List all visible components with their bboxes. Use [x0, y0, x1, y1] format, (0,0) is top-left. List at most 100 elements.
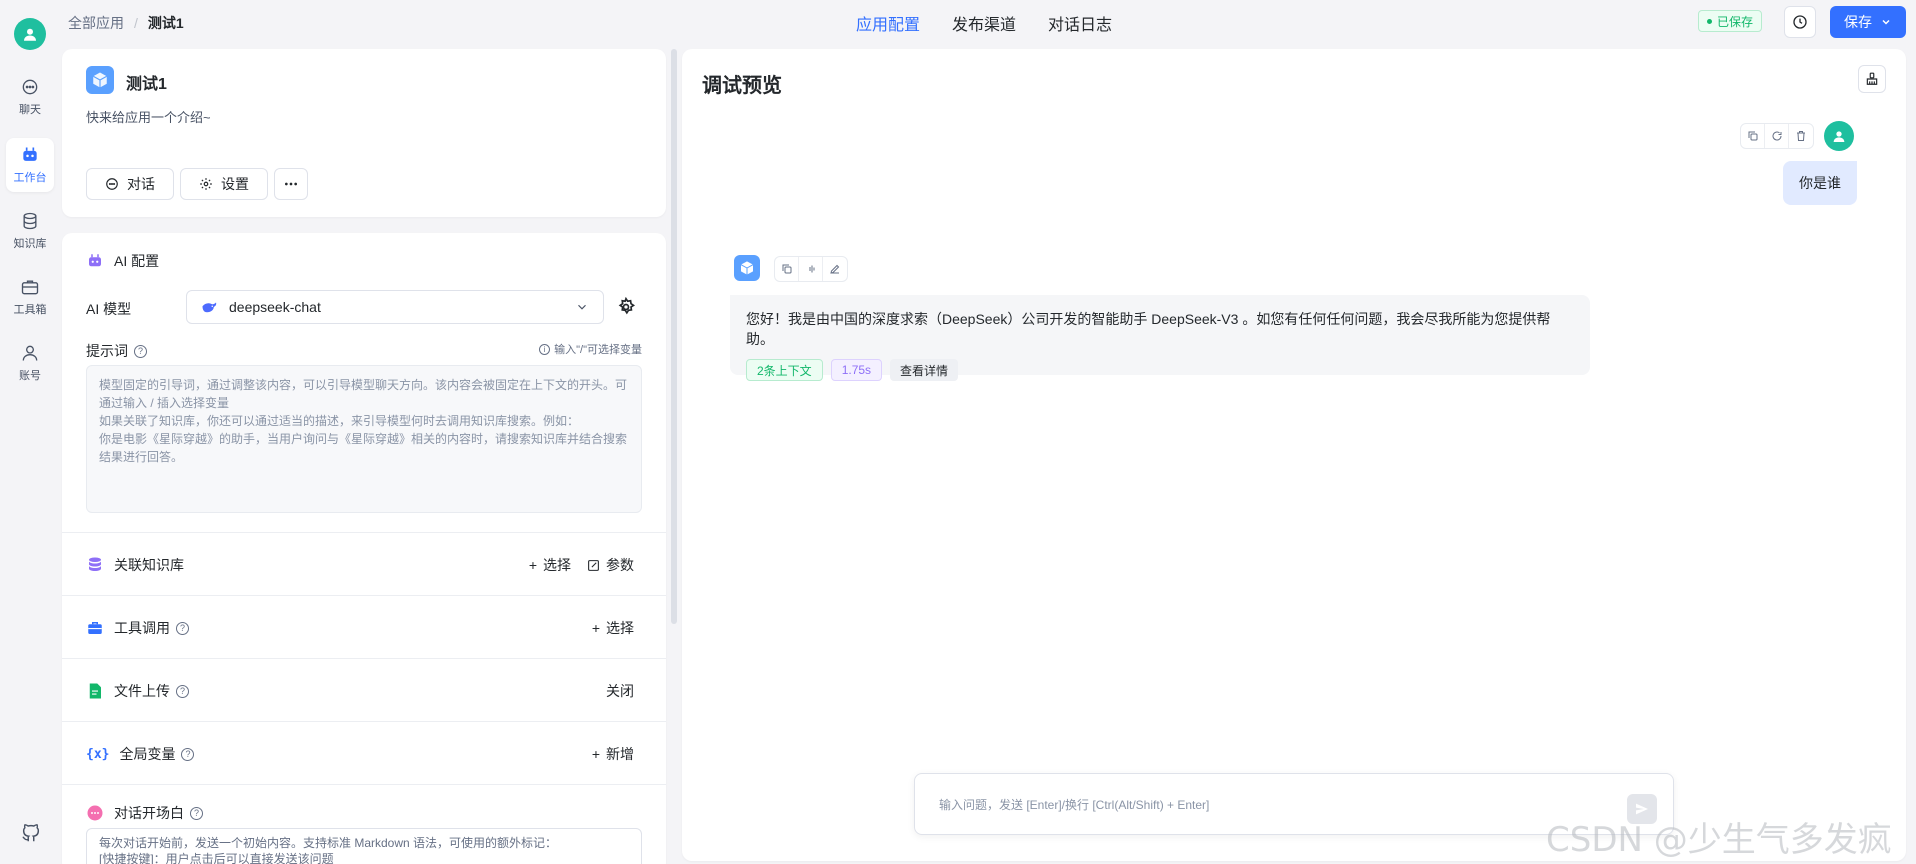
breadcrumb-root[interactable]: 全部应用	[68, 13, 124, 33]
nav-item-label: 账号	[19, 370, 41, 382]
robot-icon	[89, 254, 101, 267]
question-icon[interactable]: ?	[134, 344, 147, 358]
copy-button[interactable]	[1741, 124, 1765, 148]
model-settings-icon[interactable]	[616, 297, 636, 317]
settings-button[interactable]: 设置	[180, 168, 268, 200]
model-select-value: deepseek-chat	[229, 299, 321, 315]
bot-avatar-icon	[734, 255, 760, 281]
edit-icon	[830, 264, 840, 274]
info-icon: i	[539, 343, 551, 355]
view-details-tag[interactable]: 查看详情	[890, 359, 959, 381]
gear-icon	[200, 178, 212, 190]
tab-app-config[interactable]: 应用配置	[856, 11, 920, 35]
nav-item-account[interactable]: 账号	[6, 336, 54, 390]
breadcrumb: 全部应用 / 测试1	[68, 13, 184, 33]
nav-item-toolbox[interactable]: 工具箱	[6, 270, 54, 324]
top-bar: 全部应用 / 测试1 应用配置 发布渠道 对话日志 已保存 保存	[60, 0, 1916, 44]
model-select[interactable]: deepseek-chat	[186, 290, 604, 324]
app-intro[interactable]: 快来给应用一个介绍~	[86, 107, 211, 126]
variables-section-header: {x} 全局变量 ?	[86, 744, 195, 764]
divider	[62, 532, 666, 533]
refresh-icon	[1772, 131, 1782, 141]
variable-icon: {x}	[86, 746, 110, 762]
chevron-down-icon	[578, 304, 586, 310]
opening-section-title: 对话开场白	[114, 805, 184, 821]
prompt-hint-text: 输入"/"可选择变量	[554, 344, 642, 356]
saved-status-label: 已保存	[1717, 14, 1754, 29]
chat-button[interactable]: 对话	[86, 168, 174, 200]
user-avatar	[1824, 121, 1854, 151]
bot-message-text: 您好！我是由中国的深度求索（DeepSeek）公司开发的智能助手 DeepSee…	[746, 311, 1551, 347]
user-avatar-icon	[1833, 131, 1845, 142]
robot-icon	[23, 147, 37, 161]
question-icon[interactable]: ?	[190, 806, 203, 820]
nav-item-knowledge[interactable]: 知识库	[6, 204, 54, 258]
nav-item-label: 工作台	[13, 172, 47, 184]
github-icon[interactable]	[20, 822, 42, 844]
edit-button[interactable]	[823, 257, 847, 281]
user-avatar-icon	[24, 28, 36, 41]
file-icon	[89, 683, 101, 699]
divider	[62, 658, 666, 659]
breadcrumb-current: 测试1	[147, 15, 184, 31]
settings-button-label: 设置	[221, 176, 249, 192]
copy-icon	[782, 264, 791, 274]
chevron-down-icon	[1882, 19, 1890, 25]
trash-icon	[1797, 131, 1805, 141]
delete-button[interactable]	[1789, 124, 1813, 148]
retry-button[interactable]	[1765, 124, 1789, 148]
question-icon[interactable]: ?	[176, 621, 189, 635]
divider	[62, 784, 666, 785]
broom-icon	[1866, 72, 1878, 85]
opening-textarea[interactable]: 每次对话开始前，发送一个初始内容。支持标准 Markdown 语法，可使用的额外…	[86, 828, 642, 864]
tools-section-header: 工具调用 ?	[86, 618, 189, 638]
variables-add-label: 新增	[606, 746, 634, 762]
read-aloud-button[interactable]	[799, 257, 823, 281]
saved-status-badge: 已保存	[1698, 10, 1763, 32]
tools-actions: + 选择	[592, 618, 634, 638]
prompt-textarea[interactable]: 模型固定的引导词，通过调整该内容，可以引导模型聊天方向。该内容会被固定在上下文的…	[86, 365, 642, 513]
opening-section-header: 对话开场白 ?	[86, 803, 203, 823]
app-name: 测试1	[126, 76, 167, 93]
app-info-card: 测试1 快来给应用一个介绍~ 对话 设置	[62, 49, 666, 217]
user-avatar[interactable]	[14, 18, 46, 50]
nav-item-workspace[interactable]: 工作台	[6, 138, 54, 192]
model-label: AI 模型	[86, 301, 132, 317]
variables-actions: + 新增	[592, 744, 634, 764]
side-nav: 聊天 工作台 知识库 工具箱 账号	[0, 0, 60, 864]
nav-item-chat[interactable]: 聊天	[6, 70, 54, 124]
knowledge-actions: + 选择 参数	[529, 555, 634, 575]
more-button[interactable]	[274, 168, 308, 200]
debug-preview-panel: 调试预览 你是谁 您好！我是由中国的深度求索（DeepSeek）公司开发的智能助…	[682, 49, 1906, 861]
copy-button[interactable]	[775, 257, 799, 281]
plus-icon: +	[591, 620, 600, 636]
context-count-tag[interactable]: 2条上下文	[746, 359, 823, 381]
variables-add-button[interactable]: + 新增	[592, 744, 634, 764]
tab-publish-channel[interactable]: 发布渠道	[952, 11, 1016, 35]
edit-icon	[588, 559, 599, 571]
plus-icon: +	[528, 557, 537, 573]
toolbox-icon	[88, 622, 102, 634]
history-button[interactable]	[1784, 6, 1816, 38]
knowledge-select-label: 选择	[543, 557, 571, 573]
nav-item-label: 知识库	[13, 238, 47, 250]
tools-select-label: 选择	[606, 620, 634, 636]
question-icon[interactable]: ?	[181, 747, 195, 761]
top-tabs: 应用配置 发布渠道 对话日志	[856, 11, 1112, 35]
prompt-hint: i 输入"/"可选择变量	[539, 341, 642, 357]
tab-chat-logs[interactable]: 对话日志	[1048, 11, 1112, 35]
save-button[interactable]: 保存	[1830, 6, 1906, 38]
nav-item-label: 聊天	[19, 104, 41, 116]
knowledge-params-button[interactable]: 参数	[587, 555, 634, 575]
file-upload-section-title: 文件上传	[114, 683, 170, 699]
divider	[62, 595, 666, 596]
database-icon	[23, 212, 37, 230]
knowledge-select-button[interactable]: + 选择	[529, 555, 571, 575]
file-upload-status[interactable]: 关闭	[606, 681, 634, 701]
question-icon[interactable]: ?	[176, 684, 189, 698]
tools-select-button[interactable]: + 选择	[592, 618, 634, 638]
nav-item-label: 工具箱	[13, 304, 47, 316]
clear-chat-button[interactable]	[1858, 65, 1886, 93]
status-dot	[1707, 18, 1712, 24]
left-panel-scrollbar[interactable]	[671, 49, 677, 624]
